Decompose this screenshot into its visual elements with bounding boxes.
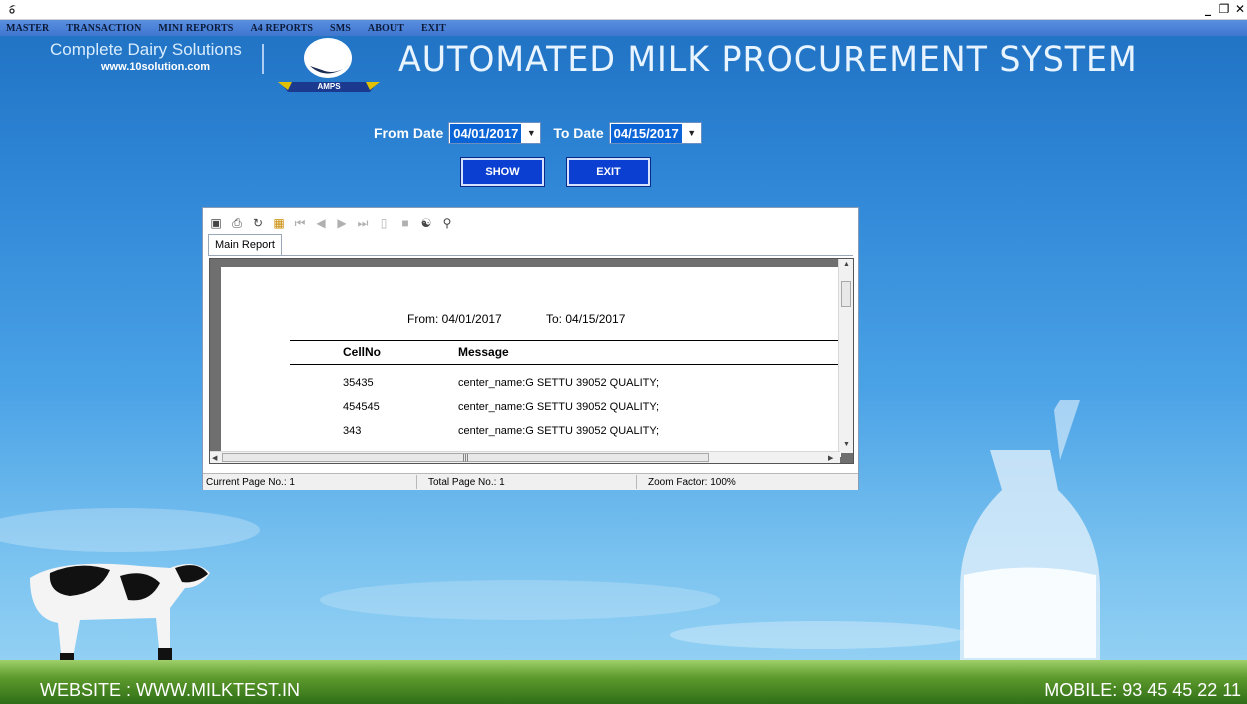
search-icon[interactable]: ☯ [419,216,433,230]
menu-exit[interactable]: EXIT [421,23,446,34]
report-page: From: 04/01/2017 To: 04/15/2017 CellNo M… [221,267,841,457]
amps-logo: AMPS [278,38,380,92]
menu-a4-reports[interactable]: A4 REPORTS [250,23,313,34]
scroll-down-icon[interactable]: ▼ [843,441,850,448]
cow-image [30,563,210,663]
menubar: MASTER TRANSACTION MINI REPORTS A4 REPOR… [0,20,1247,36]
cell-message: center_name:G SETTU 39052 QUALITY; [458,425,660,437]
menu-transaction[interactable]: TRANSACTION [66,23,141,34]
brand-website: www.10solution.com [101,61,210,73]
zoom-icon[interactable]: ⚲ [440,216,454,230]
cell-message: center_name:G SETTU 39052 QUALITY; [458,377,660,389]
footer-mobile: MOBILE: 93 45 45 22 11 [1044,680,1241,700]
status-zoom: Zoom Factor: 100% [648,477,736,488]
to-date-label: To Date [553,125,604,141]
from-date-value[interactable]: 04/01/2017 [450,123,522,143]
cell-cellno: 454545 [343,401,380,413]
prev-page-icon[interactable]: ◀ [314,216,328,230]
cell-cellno: 35435 [343,377,374,389]
print-icon[interactable]: ⎙ [230,216,244,230]
tab-divider [208,255,853,256]
milk-bottle-image [960,400,1100,660]
group-tree-icon[interactable]: ▦ [272,216,286,230]
scroll-left-icon[interactable]: ◀ [212,454,217,462]
export-icon[interactable]: ▣ [209,216,223,230]
scroll-right-icon[interactable]: ▶ [828,454,833,462]
app-title: AUTOMATED MILK PROCUREMENT SYSTEM [398,40,1138,80]
report-canvas: From: 04/01/2017 To: 04/15/2017 CellNo M… [209,258,854,464]
date-filter-row: From Date 04/01/2017 ▼ To Date 04/15/201… [374,122,702,144]
vertical-scrollbar[interactable]: ▲ ▼ [838,259,853,453]
report-from-date: From: 04/01/2017 [407,312,502,326]
from-date-label: From Date [374,125,444,141]
goto-page-icon[interactable]: ▯ [377,216,391,230]
header-rule-top [290,340,840,341]
brand-block: Complete Dairy Solutions www.10solution.… [50,40,242,73]
stop-icon[interactable]: ■ [398,216,412,230]
window-titlebar: _ ❐ ✕ [0,0,1247,20]
status-separator [636,475,637,489]
scroll-up-icon[interactable]: ▲ [843,261,850,268]
menu-mini-reports[interactable]: MINI REPORTS [158,23,233,34]
status-separator [416,475,417,489]
horizontal-scrollbar[interactable]: ◀ ||| ▶ [210,451,840,463]
tab-main-report[interactable]: Main Report [208,234,282,256]
report-statusbar: Current Page No.: 1 Total Page No.: 1 Zo… [203,473,858,490]
restore-button[interactable]: ❐ [1217,2,1231,16]
report-to-date: To: 04/15/2017 [546,312,626,326]
brand-tagline: Complete Dairy Solutions [50,40,242,59]
to-date-value[interactable]: 04/15/2017 [610,123,682,143]
next-page-icon[interactable]: ▶ [335,216,349,230]
to-date-picker[interactable]: 04/15/2017 ▼ [608,122,702,144]
vertical-scroll-thumb[interactable] [841,281,851,307]
horizontal-scroll-thumb[interactable]: ||| [222,453,709,462]
cell-message: center_name:G SETTU 39052 QUALITY; [458,401,660,413]
report-viewer: ▣ ⎙ ↻ ▦ ⏮ ◀ ▶ ⏭ ▯ ■ ☯ ⚲ Main Report From… [202,207,859,490]
show-button[interactable]: SHOW [460,157,545,187]
cell-cellno: 343 [343,425,362,437]
chevron-down-icon[interactable]: ▼ [522,128,540,138]
logo-text: AMPS [317,82,341,91]
report-toolbar: ▣ ⎙ ↻ ▦ ⏮ ◀ ▶ ⏭ ▯ ■ ☯ ⚲ [209,212,454,234]
header-rule-bottom [290,364,840,365]
column-header-cellno: CellNo [343,345,382,359]
brand-divider [262,44,264,74]
exit-button[interactable]: EXIT [566,157,651,187]
footer-website: WEBSITE : WWW.MILKTEST.IN [40,680,301,700]
refresh-icon[interactable]: ↻ [251,216,265,230]
status-current-page: Current Page No.: 1 [206,477,295,488]
app-icon [9,5,17,14]
window-controls: _ ❐ ✕ [1201,2,1247,16]
menu-master[interactable]: MASTER [6,23,49,34]
close-button[interactable]: ✕ [1233,2,1247,16]
status-total-page: Total Page No.: 1 [428,477,505,488]
last-page-icon[interactable]: ⏭ [356,216,370,230]
first-page-icon[interactable]: ⏮ [293,216,307,230]
minimize-button[interactable]: _ [1201,2,1215,16]
column-header-message: Message [458,345,509,359]
chevron-down-icon[interactable]: ▼ [683,128,701,138]
menu-about[interactable]: ABOUT [368,23,404,34]
menu-sms[interactable]: SMS [330,23,351,34]
from-date-picker[interactable]: 04/01/2017 ▼ [448,122,542,144]
